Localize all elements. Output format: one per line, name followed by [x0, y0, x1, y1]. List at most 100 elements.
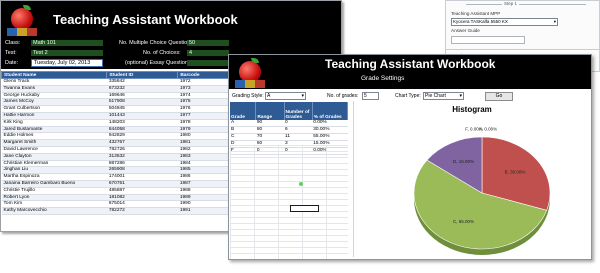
cell-number-of-grades[interactable]: 6	[284, 126, 313, 134]
table-row[interactable]: Margaret Smith 432767 1981	[1, 139, 231, 147]
cell-barcode[interactable]: 1986	[177, 173, 231, 181]
cell-percent-of-grades[interactable]: 55.00%	[312, 133, 348, 141]
table-row[interactable]: Kathy Marcovecchio 782272 1991	[1, 207, 231, 215]
table-row[interactable]: James McCoy 517908 1975	[1, 98, 231, 107]
cell-barcode[interactable]: 1982	[177, 146, 231, 154]
table-row[interactable]: Jared Bustamante 844058 1979	[1, 126, 231, 134]
date-field[interactable]: Tuesday, July 02, 2013	[31, 59, 103, 67]
cell-student-name[interactable]: Martha Espinoza	[1, 173, 107, 181]
cell-student-id[interactable]: 517908	[106, 98, 178, 107]
cell-student-id[interactable]: 673232	[106, 85, 178, 93]
cell-student-name[interactable]: Jane Clayton	[1, 153, 107, 161]
cell-barcode[interactable]: 1973	[177, 85, 231, 93]
cell-barcode[interactable]: 1991	[177, 207, 231, 215]
table-row[interactable]: Jinghan Liu 265908 1985	[1, 166, 231, 175]
cell-student-name[interactable]: Hattie Harmon	[1, 112, 107, 120]
cell-student-id[interactable]: 782272	[106, 207, 178, 215]
cell-student-name[interactable]: George Huckaby	[1, 92, 107, 100]
test-field[interactable]: Test 2	[31, 50, 103, 56]
cell-student-name[interactable]: Jinghan Liu	[1, 166, 107, 175]
cell-barcode[interactable]: 1981	[177, 139, 231, 147]
cell-student-name[interactable]: Eddie Holmes	[1, 132, 107, 141]
class-field[interactable]: Math 101	[31, 40, 103, 46]
column-header-range[interactable]: Range	[255, 102, 285, 120]
cell-student-id[interactable]: 782726	[106, 146, 178, 154]
cell-range[interactable]: 80	[255, 126, 285, 134]
column-header-number-of-grades[interactable]: Number of Grades	[284, 102, 313, 120]
choices-field[interactable]: 4	[187, 50, 229, 56]
table-row[interactable]: Tom Kim 675014 1990	[1, 200, 231, 209]
cell-student-id[interactable]: 844058	[106, 126, 178, 134]
table-row[interactable]: Twanna Evans 673232 1973	[1, 85, 231, 93]
cell-student-name[interactable]: James McCoy	[1, 98, 107, 107]
cell-student-name[interactable]: Grant Culbertson	[1, 105, 107, 113]
cell-barcode[interactable]: 1983	[177, 153, 231, 161]
cell-student-id[interactable]: 675014	[106, 200, 178, 209]
cell-barcode[interactable]: 1980	[177, 132, 231, 141]
cell-barcode[interactable]: 1975	[177, 98, 231, 107]
cell-barcode[interactable]: 1972	[177, 78, 231, 86]
cell-student-name[interactable]: Christian Klemerman	[1, 160, 107, 168]
mc-questions-field[interactable]: 50	[187, 40, 229, 46]
cell-percent-of-grades[interactable]: 30.00%	[312, 126, 348, 134]
cell-barcode[interactable]: 1987	[177, 180, 231, 188]
cell-range[interactable]: 70	[255, 133, 285, 141]
column-header-grade[interactable]: Grade	[230, 102, 257, 120]
cell-student-name[interactable]: Jared Bustamante	[1, 126, 107, 134]
table-row[interactable]: Hattie Harmon 101443 1977	[1, 112, 231, 120]
cell-student-id[interactable]: 181082	[106, 194, 178, 202]
cell-barcode[interactable]: 1988	[177, 187, 231, 195]
column-header-student-id[interactable]: Student ID	[106, 71, 179, 79]
printer-select[interactable]: Kyocera TASKalfa 5550 KX ▾	[451, 18, 558, 26]
cell-student-name[interactable]: David Lawrence	[1, 146, 107, 154]
cell-barcode[interactable]: 1984	[177, 160, 231, 168]
cell-student-id[interactable]: 485887	[106, 187, 178, 195]
cell-student-id[interactable]: 101443	[106, 112, 178, 120]
active-cell-cursor[interactable]	[290, 205, 319, 212]
cell-grade[interactable]: B	[230, 126, 256, 134]
cell-student-name[interactable]: Christie Trujillo	[1, 187, 107, 195]
cell-student-id[interactable]: 265908	[106, 166, 178, 175]
cell-barcode[interactable]: 1978	[177, 119, 231, 127]
cell-barcode[interactable]: 1989	[177, 194, 231, 202]
column-header-student-name[interactable]: Student Name	[1, 71, 108, 79]
table-row[interactable]: Martha Espinoza 174001 1986	[1, 173, 231, 181]
cell-student-id[interactable]: 335842	[106, 78, 178, 86]
cell-student-name[interactable]: Robert Lyon	[1, 194, 107, 202]
cell-student-name[interactable]: Kathy Marcovecchio	[1, 207, 107, 215]
table-row[interactable]: B 80 6 30.00%	[230, 126, 348, 134]
cell-student-name[interactable]: Kirk King	[1, 119, 107, 127]
cell-barcode[interactable]: 1990	[177, 200, 231, 209]
table-row[interactable]: Grant Culbertson 504845 1976	[1, 105, 231, 113]
table-row[interactable]: C 70 11 55.00%	[230, 133, 348, 141]
cell-student-id[interactable]: 942829	[106, 132, 178, 141]
table-row[interactable]: Robert Lyon 181082 1989	[1, 194, 231, 202]
cell-barcode[interactable]: 1977	[177, 112, 231, 120]
cell-student-id[interactable]: 670761	[106, 180, 178, 188]
table-row[interactable]: Glenn Track 335842 1972	[1, 78, 231, 86]
chart-type-select[interactable]: Pie Chart ▾	[423, 92, 464, 100]
cell-student-id[interactable]: 432767	[106, 139, 178, 147]
table-row[interactable]: Christian Klemerman 887286 1984	[1, 160, 231, 168]
column-header-barcode[interactable]: Barcode	[177, 71, 231, 79]
column-header-percent-of-grades[interactable]: % of Grades	[312, 102, 349, 120]
table-row[interactable]: Janaina Barreiro Gambaro Bueno 670761 1987	[1, 180, 231, 188]
essay-field[interactable]	[187, 60, 229, 66]
cell-student-id[interactable]: 148203	[106, 119, 178, 127]
cell-student-name[interactable]: Janaina Barreiro Gambaro Bueno	[1, 180, 107, 188]
worksheet-grid[interactable]	[230, 145, 348, 259]
grading-style-select[interactable]: A ▾	[265, 92, 306, 100]
cell-student-name[interactable]: Margaret Smith	[1, 139, 107, 147]
cell-student-id[interactable]: 504845	[106, 105, 178, 113]
table-row[interactable]: Kirk King 148203 1978	[1, 119, 231, 127]
cell-student-name[interactable]: Twanna Evans	[1, 85, 107, 93]
cell-student-id[interactable]: 887286	[106, 160, 178, 168]
cell-student-name[interactable]: Tom Kim	[1, 200, 107, 209]
cell-barcode[interactable]: 1976	[177, 105, 231, 113]
num-grades-input[interactable]: 5	[362, 92, 379, 100]
cell-student-name[interactable]: Glenn Track	[1, 78, 107, 86]
cell-student-id[interactable]: 174001	[106, 173, 178, 181]
table-row[interactable]: Jane Clayton 313532 1983	[1, 153, 231, 161]
go-button[interactable]: Go	[485, 92, 513, 101]
histogram-chart[interactable]: Histogram A, 0.00% B, 30.00% C, 55.00% D, 1…	[353, 101, 590, 257]
